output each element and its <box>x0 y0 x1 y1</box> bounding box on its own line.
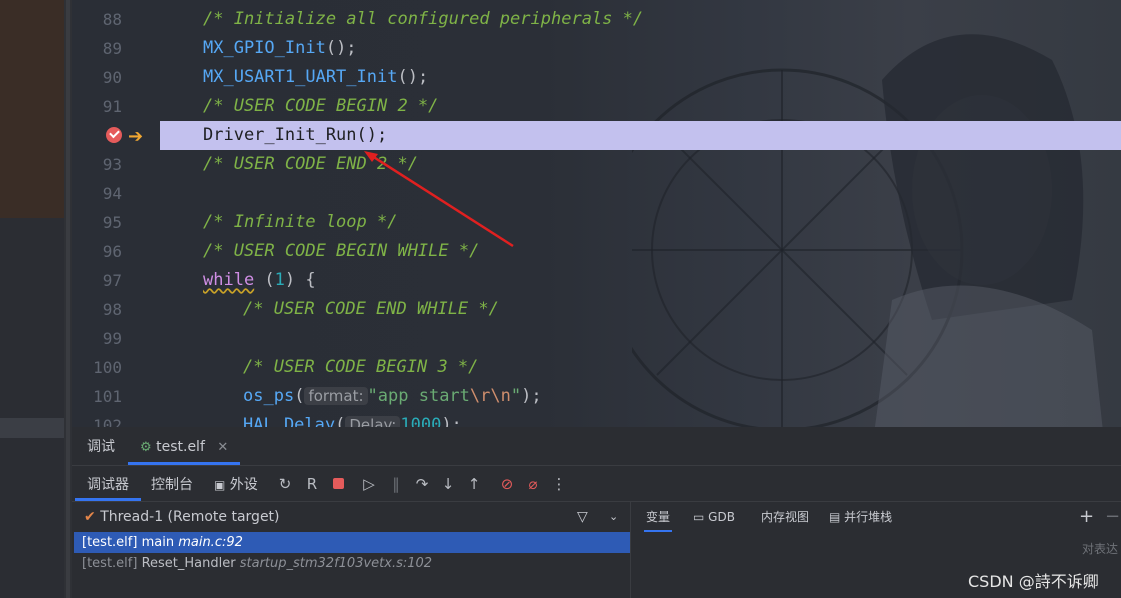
frame-location: startup_stm32f103vetx.s:102 <box>239 556 433 571</box>
thread-label: Thread-1 (Remote target) <box>100 509 280 525</box>
debug-tool-window: 调试 ⚙ test.elf ✕ 调试器 控制台 ▣ 外设 ↻ R ▷ ‖ ↷ ↓… <box>72 427 1121 598</box>
frame-location: main.c:92 <box>178 535 243 550</box>
reset-icon[interactable]: R <box>304 476 320 492</box>
resume-icon[interactable]: ▷ <box>361 476 377 492</box>
tab-gdb[interactable]: ▭ GDB <box>693 502 735 532</box>
tab-variables[interactable]: 变量 <box>644 502 673 532</box>
tab-peripherals[interactable]: ▣ 外设 <box>214 467 258 501</box>
frame-function: main <box>141 535 175 550</box>
tab-test-elf[interactable]: ⚙ test.elf ✕ <box>128 427 241 465</box>
chip-icon: ▣ <box>214 478 226 492</box>
tab-debugger[interactable]: 调试器 <box>75 467 141 501</box>
stack-frame[interactable]: [test.elf] main main.c:92 <box>74 532 630 553</box>
tab-memory-view[interactable]: 内存视图 <box>761 502 809 532</box>
tab-label: test.elf <box>156 439 205 455</box>
close-icon[interactable]: ✕ <box>217 440 228 455</box>
frame-module: [test.elf] <box>82 535 138 550</box>
terminal-icon: ▭ <box>693 510 705 524</box>
watermark: CSDN @詩不诉卿 <box>968 572 1099 591</box>
tab-label: 并行堆栈 <box>844 510 893 524</box>
step-into-icon[interactable]: ↓ <box>440 476 456 492</box>
left-project-strip <box>0 0 64 598</box>
debug-tabs: 调试 ⚙ test.elf ✕ <box>72 427 1121 466</box>
tab-label: 外设 <box>229 477 258 493</box>
stack-frame[interactable]: [test.elf] Reset_Handler startup_stm32f1… <box>74 553 630 574</box>
frame-function: Reset_Handler <box>141 556 236 571</box>
remove-watch-icon[interactable]: − <box>1105 502 1120 532</box>
pause-icon[interactable]: ‖ <box>388 476 404 492</box>
thread-selector[interactable]: ✔ Thread-1 (Remote target) ▽ ⌄ <box>72 502 630 532</box>
check-icon: ✔ <box>84 509 96 525</box>
left-strip-background <box>0 0 64 218</box>
stop-icon[interactable] <box>330 476 346 492</box>
step-out-icon[interactable]: ↑ <box>466 476 482 492</box>
mute-breakpoints-icon[interactable]: ⌀ <box>525 476 541 492</box>
tab-label: GDB <box>708 510 735 524</box>
debug-toolbar: 调试器 控制台 ▣ 外设 ↻ R ▷ ‖ ↷ ↓ ↑ ⊘ ⌀ ⋮ <box>72 467 1121 502</box>
bug-icon: ⚙ <box>140 440 152 455</box>
tab-parallel-stacks[interactable]: ▤ 并行堆栈 <box>829 502 892 532</box>
left-strip-selected-row[interactable] <box>0 418 64 438</box>
frames-pane: ✔ Thread-1 (Remote target) ▽ ⌄ [test.elf… <box>72 502 631 598</box>
expression-input[interactable]: 对表达 <box>1082 534 1118 564</box>
frame-module: [test.elf] <box>82 556 138 571</box>
tab-console[interactable]: 控制台 <box>151 467 193 501</box>
tab-debug-title[interactable]: 调试 <box>87 427 115 465</box>
rerun-icon[interactable]: ↻ <box>277 476 293 492</box>
stacks-icon: ▤ <box>829 510 841 524</box>
view-breakpoints-icon[interactable]: ⊘ <box>499 476 515 492</box>
annotation-arrow <box>364 151 514 248</box>
editor-divider-line <box>66 0 70 598</box>
more-options-icon[interactable]: ⋮ <box>551 476 567 492</box>
filter-icon[interactable]: ▽ <box>577 502 588 532</box>
step-over-icon[interactable]: ↷ <box>414 476 430 492</box>
code-editor[interactable]: 88 89 90 91 93 94 95 96 97 98 99 100 101… <box>72 0 1121 427</box>
add-watch-icon[interactable]: + <box>1079 502 1094 532</box>
chevron-down-icon[interactable]: ⌄ <box>609 502 618 532</box>
